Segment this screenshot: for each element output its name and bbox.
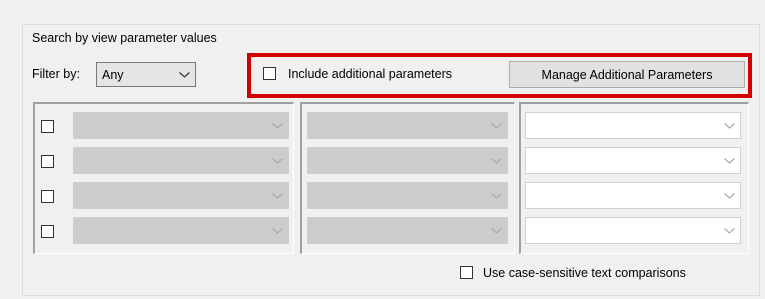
- chevron-down-icon: [485, 192, 507, 199]
- row-checkbox[interactable]: [41, 120, 54, 133]
- row-checkbox[interactable]: [41, 155, 54, 168]
- chevron-down-icon: [718, 192, 740, 199]
- operator-select[interactable]: [307, 147, 508, 174]
- chevron-down-icon: [266, 157, 288, 164]
- value-select[interactable]: [525, 112, 741, 139]
- parameter-select[interactable]: [73, 112, 289, 139]
- group-title: Search by view parameter values: [30, 31, 219, 45]
- chevron-down-icon: [485, 122, 507, 129]
- row-checkbox[interactable]: [41, 225, 54, 238]
- operator-select[interactable]: [307, 182, 508, 209]
- parameter-select[interactable]: [73, 182, 289, 209]
- filter-select-value: Any: [102, 67, 124, 82]
- chevron-down-icon: [718, 157, 740, 164]
- value-select[interactable]: [525, 147, 741, 174]
- value-select[interactable]: [525, 182, 741, 209]
- filter-label: Filter by:: [32, 67, 80, 81]
- parameter-select[interactable]: [73, 217, 289, 244]
- chevron-down-icon: [718, 122, 740, 129]
- filter-select[interactable]: Any: [96, 62, 196, 87]
- operator-select[interactable]: [307, 112, 508, 139]
- manage-additional-parameters-button[interactable]: Manage Additional Parameters: [509, 61, 745, 88]
- chevron-down-icon: [173, 71, 195, 78]
- case-sensitive-label[interactable]: Use case-sensitive text comparisons: [483, 266, 686, 280]
- chevron-down-icon: [266, 122, 288, 129]
- chevron-down-icon: [485, 227, 507, 234]
- chevron-down-icon: [266, 227, 288, 234]
- include-additional-checkbox[interactable]: [263, 67, 276, 80]
- include-additional-label[interactable]: Include additional parameters: [288, 67, 452, 81]
- row-checkbox[interactable]: [41, 190, 54, 203]
- operator-select[interactable]: [307, 217, 508, 244]
- case-sensitive-checkbox[interactable]: [460, 266, 473, 279]
- chevron-down-icon: [266, 192, 288, 199]
- chevron-down-icon: [718, 227, 740, 234]
- chevron-down-icon: [485, 157, 507, 164]
- parameter-select[interactable]: [73, 147, 289, 174]
- value-select[interactable]: [525, 217, 741, 244]
